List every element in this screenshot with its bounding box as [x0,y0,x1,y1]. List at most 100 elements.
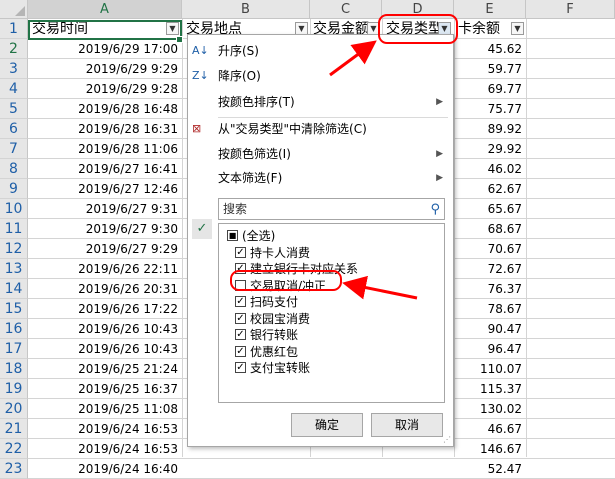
checkbox-icon[interactable]: ✓ [235,312,246,324]
cell-time[interactable]: 2019/6/29 9:29 [30,59,178,79]
ok-button[interactable]: 确定 [291,413,363,437]
fill-handle[interactable] [176,36,183,43]
cell-balance[interactable]: 130.02 [456,399,522,419]
cell-balance[interactable]: 46.02 [456,159,522,179]
row-header[interactable]: 9 [0,179,28,199]
cell-time[interactable]: 2019/6/27 12:46 [30,179,178,199]
cell-balance[interactable]: 96.47 [456,339,522,359]
checkbox-icon[interactable]: ✓ [235,362,246,373]
row-header[interactable]: 3 [0,59,28,79]
filter-list-label: 校园宝消费 [250,311,311,326]
col-header-a[interactable]: A [28,0,182,19]
cell-time[interactable]: 2019/6/28 11:06 [30,139,178,159]
cell-time[interactable]: 2019/6/29 17:00 [30,39,178,59]
row-header[interactable]: 23 [0,459,28,479]
row-header[interactable]: 12 [0,239,28,259]
cell-balance[interactable]: 45.62 [456,39,522,59]
checkbox-icon[interactable]: ✓ [235,246,246,258]
row-header[interactable]: 8 [0,159,28,179]
active-cell-a2[interactable] [28,20,182,40]
cell-balance[interactable]: 76.37 [456,279,522,299]
col-header-f[interactable]: F [526,0,615,19]
filter-list-label: 优惠红包 [250,344,299,359]
row-header[interactable]: 2 [0,39,28,59]
row-header[interactable]: 14 [0,279,28,299]
cell-time[interactable]: 2019/6/26 22:11 [30,259,178,279]
checkbox-icon[interactable]: ✓ [235,345,246,357]
cell-time[interactable]: 2019/6/28 16:31 [30,119,178,139]
sort-descending-item[interactable]: Z↓ 降序(O) [188,64,453,88]
row-header[interactable]: 11 [0,219,28,239]
row-header[interactable]: 21 [0,419,28,439]
cell-time[interactable]: 2019/6/26 10:43 [30,339,178,359]
sort-by-color-item[interactable]: 按颜色排序(T) ▶ [188,90,453,114]
filter-list-label: (全选) [242,229,276,243]
cell-balance[interactable]: 62.67 [456,179,522,199]
row-header[interactable]: 16 [0,319,28,339]
sort-ascending-label: 升序(S) [218,44,259,58]
row-header[interactable]: 13 [0,259,28,279]
row-header[interactable]: 15 [0,299,28,319]
row-header[interactable]: 5 [0,99,28,119]
cell-balance[interactable]: 68.67 [456,219,522,239]
cell-balance[interactable]: 69.77 [456,79,522,99]
clear-filter-item[interactable]: ⊠ 从"交易类型"中清除筛选(C) [188,117,453,141]
search-icon: ⚲ [430,202,440,217]
resize-grip-icon[interactable]: ⋰ [443,435,451,444]
row-header[interactable]: 19 [0,379,28,399]
select-all-corner[interactable] [0,0,28,19]
checkbox-icon[interactable]: ■ [227,230,238,241]
cell-time[interactable]: 2019/6/29 9:28 [30,79,178,99]
cell-time[interactable]: 2019/6/27 9:30 [30,219,178,239]
row-header[interactable]: 22 [0,439,28,459]
cell-balance[interactable]: 59.77 [456,59,522,79]
row-header[interactable]: 6 [0,119,28,139]
cell-time[interactable]: 2019/6/25 21:24 [30,359,178,379]
cell-balance[interactable]: 78.67 [456,299,522,319]
row-header[interactable]: 4 [0,79,28,99]
row-header[interactable]: 7 [0,139,28,159]
cell-balance[interactable]: 75.77 [456,99,522,119]
cell-time[interactable]: 2019/6/26 20:31 [30,279,178,299]
cell-balance[interactable]: 110.07 [456,359,522,379]
autofilter-dropdown: A↓ 升序(S) Z↓ 降序(O) 按颜色排序(T) ▶ ⊠ 从"交易类型"中清… [187,34,454,447]
row-header[interactable]: 17 [0,339,28,359]
cell-balance[interactable]: 29.92 [456,139,522,159]
filter-dropdown-icon[interactable]: ▼ [511,22,524,35]
cell-time[interactable]: 2019/6/25 11:08 [30,399,178,419]
cell-balance[interactable]: 70.67 [456,239,522,259]
row-header[interactable]: 18 [0,359,28,379]
cell-time[interactable]: 2019/6/27 16:41 [30,159,178,179]
cell-balance[interactable]: 72.67 [456,259,522,279]
highlight-cancel-item [230,270,342,291]
cell-balance[interactable]: 115.37 [456,379,522,399]
cell-time[interactable]: 2019/6/28 16:48 [30,99,178,119]
cell-time[interactable]: 2019/6/24 16:53 [30,439,178,459]
col-header-e[interactable]: E [454,0,526,19]
row-header[interactable]: 1 [0,19,28,39]
cell-balance[interactable]: 52.47 [456,459,522,479]
col-header-b[interactable]: B [182,0,310,19]
col-header-c[interactable]: C [310,0,382,19]
cell-time[interactable]: 2019/6/25 16:37 [30,379,178,399]
cell-time[interactable]: 2019/6/27 9:29 [30,239,178,259]
checkbox-icon[interactable]: ✓ [235,329,246,340]
cell-balance[interactable]: 46.67 [456,419,522,439]
cell-balance[interactable]: 146.67 [456,439,522,459]
cell-balance[interactable]: 89.92 [456,119,522,139]
cell-time[interactable]: 2019/6/27 9:31 [30,199,178,219]
row-header[interactable]: 10 [0,199,28,219]
filter-list-label: 银行转账 [250,328,299,342]
cell-time[interactable]: 2019/6/26 17:22 [30,299,178,319]
cell-balance[interactable]: 65.67 [456,199,522,219]
text-filter-item[interactable]: 文本筛选(F) ▶ [188,166,453,190]
cell-time[interactable]: 2019/6/24 16:53 [30,419,178,439]
filter-by-color-item[interactable]: 按颜色筛选(I) ▶ [188,142,453,166]
cancel-button[interactable]: 取消 [371,413,443,437]
cell-balance[interactable]: 90.47 [456,319,522,339]
cell-time[interactable]: 2019/6/26 10:43 [30,319,178,339]
filter-search-input[interactable]: 搜索 ⚲ [218,198,445,220]
checkbox-icon[interactable]: ✓ [235,296,246,307]
row-header[interactable]: 20 [0,399,28,419]
cell-time[interactable]: 2019/6/24 16:40 [30,459,178,479]
